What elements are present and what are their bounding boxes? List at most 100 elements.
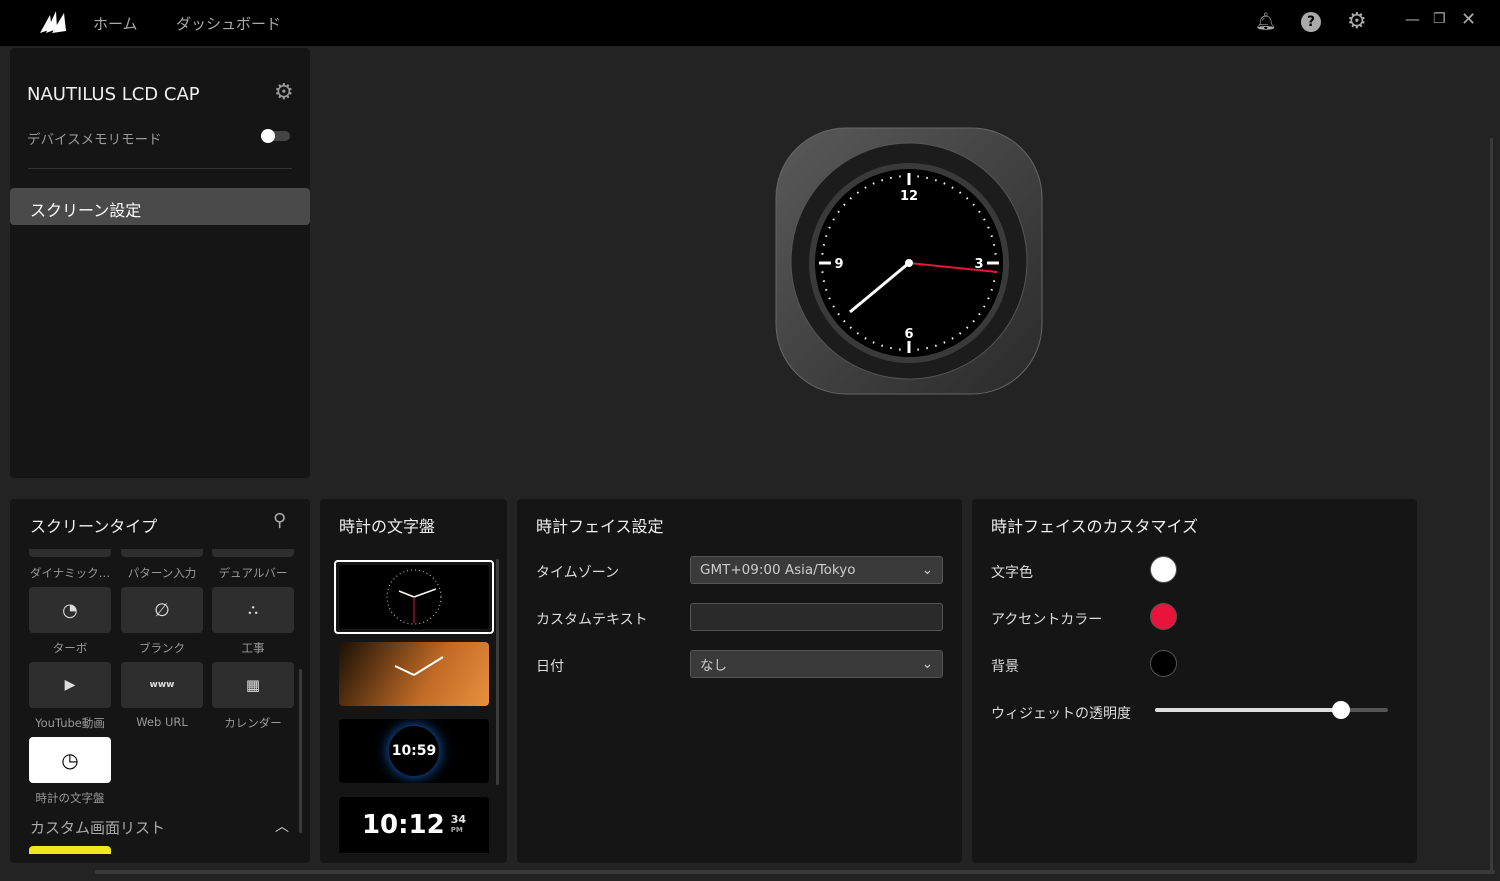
- face-digital-large[interactable]: 10:12 34 PM: [339, 797, 489, 853]
- tick: [837, 210, 840, 214]
- text-color-label: 文字色: [991, 565, 1033, 581]
- tick: [983, 218, 986, 221]
- www-icon: www: [149, 680, 175, 690]
- face-analog-black[interactable]: [334, 560, 494, 634]
- timezone-label: タイムゾーン: [536, 565, 620, 581]
- tick: [837, 312, 840, 316]
- tick: [843, 319, 846, 323]
- tick: [987, 297, 990, 300]
- date-select[interactable]: なし ⌄: [690, 650, 943, 678]
- nav-dashboard[interactable]: ダッシュボード: [176, 13, 281, 34]
- gear-icon[interactable]: ⚙: [1347, 9, 1367, 34]
- main-scrollbar[interactable]: [1490, 138, 1493, 873]
- tick: [849, 326, 853, 329]
- tile-turbo[interactable]: ◔: [29, 587, 111, 633]
- close-icon[interactable]: ✕: [1461, 9, 1476, 30]
- clock-faces-title: 時計の文字盤: [339, 517, 436, 536]
- custom-text-label: カスタムテキスト: [536, 612, 648, 628]
- face-settings-panel: 時計フェイス設定 タイムゾーン GMT+09:00 Asia/Tokyo ⌄ カス…: [517, 499, 962, 863]
- face-analog-orange[interactable]: [339, 642, 489, 706]
- minimize-icon[interactable]: —: [1405, 10, 1420, 28]
- customize-title: 時計フェイスのカスタマイズ: [991, 517, 1199, 536]
- chevron-down-icon: ⌄: [921, 656, 933, 672]
- restore-icon[interactable]: ❐: [1433, 11, 1446, 27]
- tick: [934, 179, 937, 182]
- customize-panel: 時計フェイスのカスタマイズ 文字色 アクセントカラー 背景 ウィジェットの透明度: [972, 499, 1417, 863]
- tick: [951, 186, 954, 189]
- face-settings-title: 時計フェイス設定: [536, 517, 664, 536]
- tile-web-url[interactable]: www: [121, 662, 203, 708]
- tile-label: 工事: [241, 641, 265, 655]
- device-panel: NAUTILUS LCD CAP ⚙ デバイスメモリモード スクリーン設定: [10, 48, 310, 478]
- bell-icon[interactable]: 🔔︎: [1255, 12, 1277, 32]
- custom-screen-item[interactable]: [29, 846, 111, 854]
- screen-type-panel: スクリーンタイプ ⚲ ダイナミック… パターン入力 デュアルバー ◔ ∅ ⛬ タ…: [10, 499, 310, 863]
- tile-label: デュアルバー: [218, 566, 288, 580]
- tick: [825, 235, 828, 238]
- tick: [972, 319, 975, 323]
- scrollbar[interactable]: [299, 669, 302, 833]
- tile-label: パターン入力: [127, 566, 197, 580]
- blank-icon: ∅: [154, 599, 170, 621]
- timezone-select[interactable]: GMT+09:00 Asia/Tokyo ⌄: [690, 556, 943, 584]
- numeral-6: 6: [904, 327, 913, 342]
- tick: [825, 288, 828, 291]
- tick: [934, 344, 937, 347]
- face-digital-blue[interactable]: 10:59: [339, 719, 489, 783]
- tile-calendar[interactable]: ▦: [212, 662, 294, 708]
- tile-construction[interactable]: ⛬: [212, 587, 294, 633]
- help-icon[interactable]: ?: [1301, 12, 1321, 32]
- tick: [987, 226, 990, 229]
- memory-mode-toggle[interactable]: [261, 129, 290, 143]
- tile-youtube[interactable]: ▶: [29, 662, 111, 708]
- nav-home[interactable]: ホーム: [93, 13, 138, 34]
- custom-list-header[interactable]: カスタム画面リスト: [30, 817, 165, 838]
- calendar-icon: ▦: [245, 676, 261, 694]
- tick: [983, 305, 986, 308]
- clock-faces-panel: 時計の文字盤 10:59 10:12 34 PM: [320, 499, 507, 863]
- chevron-up-icon[interactable]: ︿: [275, 816, 289, 836]
- tick: [978, 210, 981, 214]
- search-icon[interactable]: ⚲: [273, 510, 286, 531]
- tick: [849, 197, 853, 200]
- accent-color-swatch[interactable]: [1150, 603, 1177, 630]
- tick: [965, 326, 969, 329]
- scrollbar[interactable]: [496, 559, 499, 785]
- tick: [856, 332, 860, 335]
- tick: [828, 226, 831, 229]
- text-color-swatch[interactable]: [1150, 556, 1177, 583]
- tile-label: カレンダー: [224, 716, 282, 730]
- tick: [832, 218, 835, 221]
- accent-color-label: アクセントカラー: [991, 612, 1103, 628]
- tile-blank[interactable]: ∅: [121, 587, 203, 633]
- tile-label: 時計の文字盤: [35, 791, 105, 805]
- tick: [943, 341, 946, 344]
- tick: [943, 182, 946, 185]
- memory-mode-label: デバイスメモリモード: [27, 132, 162, 148]
- construction-icon: ⛬: [248, 602, 258, 618]
- corsair-logo-icon[interactable]: [38, 9, 68, 35]
- custom-text-input[interactable]: [690, 603, 943, 631]
- numeral-12: 12: [900, 189, 918, 204]
- digital-time: 10:12: [361, 810, 445, 840]
- background-color-swatch[interactable]: [1150, 650, 1177, 677]
- tick: [872, 182, 875, 185]
- device-name: NAUTILUS LCD CAP: [27, 84, 200, 105]
- horizontal-scrollbar[interactable]: [95, 870, 1495, 874]
- youtube-icon: ▶: [64, 677, 76, 693]
- tick: [978, 312, 981, 316]
- tick: [958, 191, 962, 194]
- ampm: PM: [450, 826, 463, 834]
- menu-label: スクリーン設定: [30, 201, 142, 220]
- top-bar: ホーム ダッシュボード 🔔︎ ? ⚙ — ❐ ✕: [0, 0, 1500, 46]
- tick: [958, 332, 962, 335]
- tile-label: ターボ: [52, 641, 88, 655]
- seconds: 34: [450, 813, 467, 826]
- tick: [881, 179, 884, 182]
- tile-clock-face[interactable]: ◷: [29, 737, 111, 783]
- tile-label: Web URL: [136, 715, 188, 729]
- menu-screen-settings[interactable]: スクリーン設定: [10, 188, 310, 225]
- opacity-slider[interactable]: [1155, 701, 1388, 719]
- device-settings-icon[interactable]: ⚙: [274, 80, 294, 105]
- tile-label: ダイナミック…: [29, 566, 111, 580]
